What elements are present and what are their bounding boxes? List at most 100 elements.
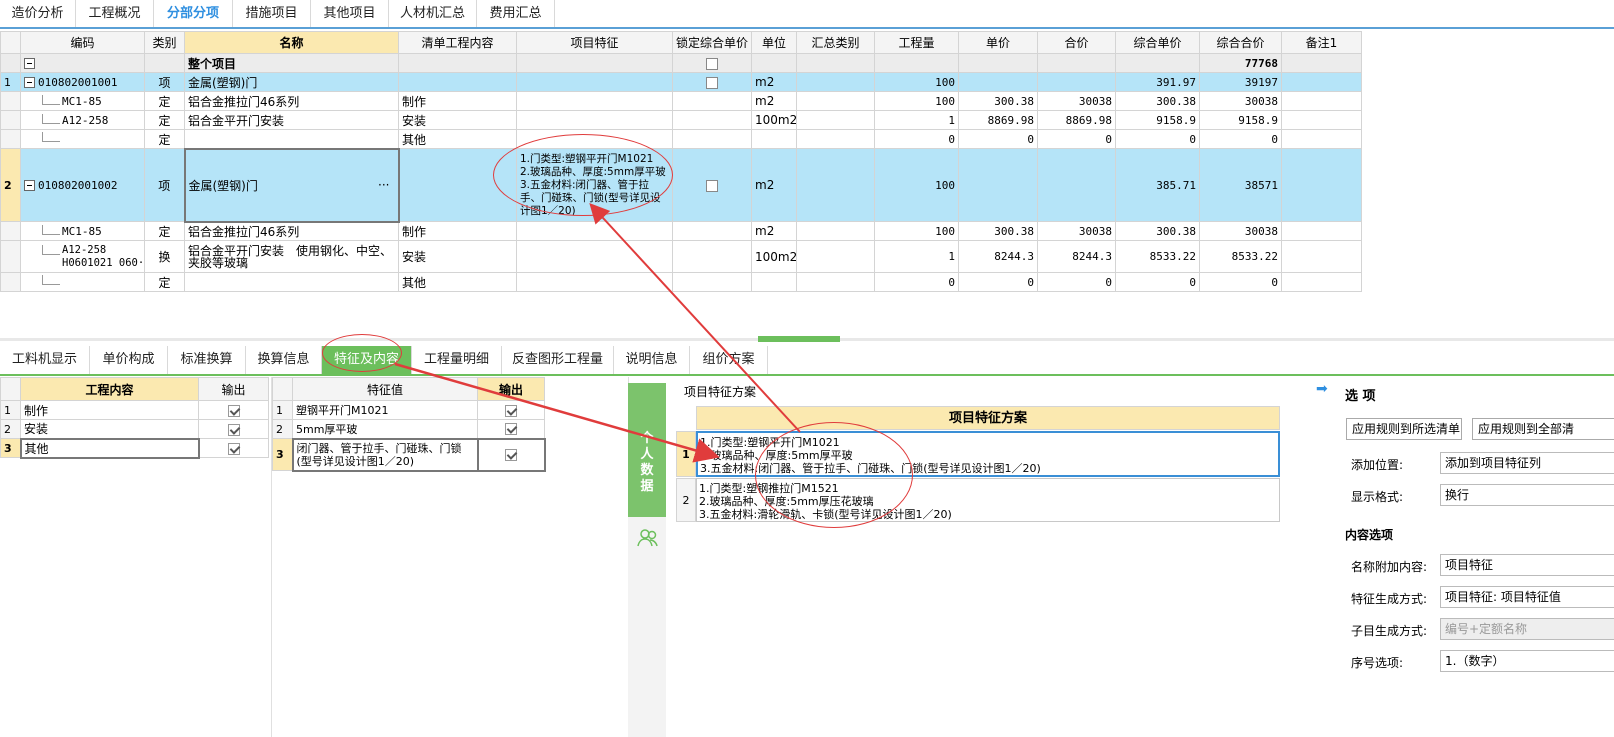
item-category[interactable]: [796, 221, 875, 241]
output-checkbox[interactable]: [477, 419, 545, 439]
item-note[interactable]: [1281, 221, 1362, 241]
item-type[interactable]: 项: [144, 148, 185, 222]
tab-standard-conversion[interactable]: 标准换算: [168, 346, 246, 374]
col-header-price[interactable]: 单价: [958, 31, 1038, 54]
display-format-select[interactable]: 换行: [1440, 484, 1614, 506]
item-unit[interactable]: [751, 129, 797, 149]
item-note[interactable]: [1281, 110, 1362, 130]
list-item[interactable]: 1 塑钢平开门M1021: [272, 400, 545, 420]
list-item[interactable]: 2 5mm厚平玻: [272, 419, 545, 439]
table-row[interactable]: 1 010802001001 项 金属(塑钢)门 m2 100 391.97 3…: [0, 72, 1362, 92]
list-item-selected[interactable]: 3 其他: [0, 437, 269, 459]
total-row[interactable]: 整个项目 77768: [0, 53, 1362, 73]
item-unit[interactable]: 100m2: [751, 240, 797, 273]
item-price[interactable]: 300.38: [958, 221, 1038, 241]
item-comp-price[interactable]: 9158.9: [1115, 110, 1200, 130]
item-note[interactable]: [1281, 91, 1362, 111]
item-comp-amount[interactable]: 38571: [1199, 148, 1282, 222]
item-name[interactable]: 铝合金推拉门46系列: [184, 221, 399, 241]
item-feature[interactable]: [516, 240, 673, 273]
item-comp-amount[interactable]: 8533.22: [1199, 240, 1282, 273]
more-button[interactable]: ···: [378, 178, 389, 192]
col-header-note[interactable]: 备注1: [1281, 31, 1362, 54]
lock-cell[interactable]: [672, 110, 752, 130]
item-amount[interactable]: 30038: [1037, 221, 1116, 241]
tab-pricing-scheme[interactable]: 组价方案: [690, 346, 768, 374]
output-checkbox[interactable]: [198, 400, 269, 420]
tab-labor-material[interactable]: 工料机显示: [0, 346, 90, 374]
tab-unit-price[interactable]: 单价构成: [90, 346, 168, 374]
col-header-qty[interactable]: 工程量: [874, 31, 959, 54]
item-qty[interactable]: 100: [874, 148, 959, 222]
item-comp-amount[interactable]: 30038: [1199, 91, 1282, 111]
item-category[interactable]: [796, 91, 875, 111]
collapse-icon[interactable]: [24, 180, 35, 191]
splitter-collapse-button[interactable]: [758, 336, 840, 342]
item-qty[interactable]: 100: [874, 221, 959, 241]
tab-project-overview[interactable]: 工程概况: [76, 0, 154, 27]
table-row[interactable]: A12-258 定 铝合金平开门安装 安装 100m2 1 8869.98 88…: [0, 110, 1362, 130]
item-qty[interactable]: 1: [874, 240, 959, 273]
item-type[interactable]: 定: [144, 272, 185, 292]
output-checkbox[interactable]: [198, 419, 269, 439]
item-unit[interactable]: m2: [751, 91, 797, 111]
item-code[interactable]: MC1-85: [20, 221, 145, 241]
item-note[interactable]: [1281, 240, 1362, 273]
item-price[interactable]: 0: [958, 272, 1038, 292]
collapse-icon[interactable]: [24, 77, 35, 88]
item-name[interactable]: [184, 129, 399, 149]
item-type[interactable]: 项: [144, 72, 185, 92]
item-qty[interactable]: 0: [874, 272, 959, 292]
item-content[interactable]: 其他: [398, 272, 517, 292]
item-comp-amount[interactable]: 9158.9: [1199, 110, 1282, 130]
item-comp-amount[interactable]: 0: [1199, 272, 1282, 292]
item-name[interactable]: 铝合金平开门安装 使用钢化、中空、夹胶等玻璃: [184, 240, 399, 273]
item-note[interactable]: [1281, 129, 1362, 149]
item-feature[interactable]: [516, 272, 673, 292]
item-price[interactable]: [958, 148, 1038, 222]
item-name[interactable]: 铝合金平开门安装: [184, 110, 399, 130]
feature-value-text[interactable]: 闭门器、管于拉手、门碰珠、门锁(型号详见设计图1／20): [291, 437, 478, 472]
tab-other-items[interactable]: 其他项目: [311, 0, 389, 27]
item-price[interactable]: 8869.98: [958, 110, 1038, 130]
col-header-content[interactable]: 清单工程内容: [398, 31, 517, 54]
item-comp-price[interactable]: 300.38: [1115, 221, 1200, 241]
item-qty[interactable]: 0: [874, 129, 959, 149]
col-header-feature[interactable]: 项目特征: [516, 31, 673, 54]
people-icon[interactable]: [636, 528, 660, 548]
item-code[interactable]: 010802001002: [20, 148, 145, 222]
lock-cell[interactable]: [672, 129, 752, 149]
item-unit[interactable]: 100m2: [751, 110, 797, 130]
item-note[interactable]: [1281, 72, 1362, 92]
item-comp-amount[interactable]: 30038: [1199, 221, 1282, 241]
item-type[interactable]: 定: [144, 129, 185, 149]
table-row[interactable]: MC1-85 定 铝合金推拉门46系列 制作 m2 100 300.38 300…: [0, 91, 1362, 111]
tab-labor-material-summary[interactable]: 人材机汇总: [389, 0, 477, 27]
name-add-select[interactable]: 项目特征: [1440, 554, 1614, 576]
col-header-lock-price[interactable]: 锁定综合单价: [672, 31, 752, 54]
tab-sub-items[interactable]: 分部分项: [154, 0, 233, 27]
item-category[interactable]: [796, 272, 875, 292]
table-row-selected[interactable]: 2 010802001002 项 金属(塑钢)门 ··· 1.门类型:塑钢平开门M…: [0, 147, 1362, 223]
item-comp-price[interactable]: 0: [1115, 272, 1200, 292]
col-header-code[interactable]: 编码: [20, 31, 145, 54]
item-price[interactable]: 300.38: [958, 91, 1038, 111]
item-code[interactable]: [20, 129, 145, 149]
item-content[interactable]: 安装: [398, 240, 517, 273]
item-name[interactable]: 金属(塑钢)门: [184, 72, 399, 92]
col-header-output[interactable]: 输出: [198, 377, 269, 401]
item-comp-price[interactable]: 391.97: [1115, 72, 1200, 92]
item-feature[interactable]: [516, 221, 673, 241]
lock-cell[interactable]: [672, 91, 752, 111]
feature-gen-select[interactable]: 项目特征: 项目特征值: [1440, 586, 1614, 608]
item-amount[interactable]: 8869.98: [1037, 110, 1116, 130]
item-unit[interactable]: m2: [751, 148, 797, 222]
col-header-name[interactable]: 名称: [184, 31, 399, 54]
col-header-output[interactable]: 输出: [477, 377, 545, 401]
table-row[interactable]: 定 其他 0 0 0 0 0: [0, 129, 1362, 149]
collapse-toggle-cell[interactable]: [20, 53, 145, 73]
item-comp-price[interactable]: 385.71: [1115, 148, 1200, 222]
table-row[interactable]: MC1-85 定 铝合金推拉门46系列 制作 m2 100 300.38 300…: [0, 221, 1362, 241]
output-checkbox[interactable]: [477, 400, 545, 420]
item-note[interactable]: [1281, 272, 1362, 292]
